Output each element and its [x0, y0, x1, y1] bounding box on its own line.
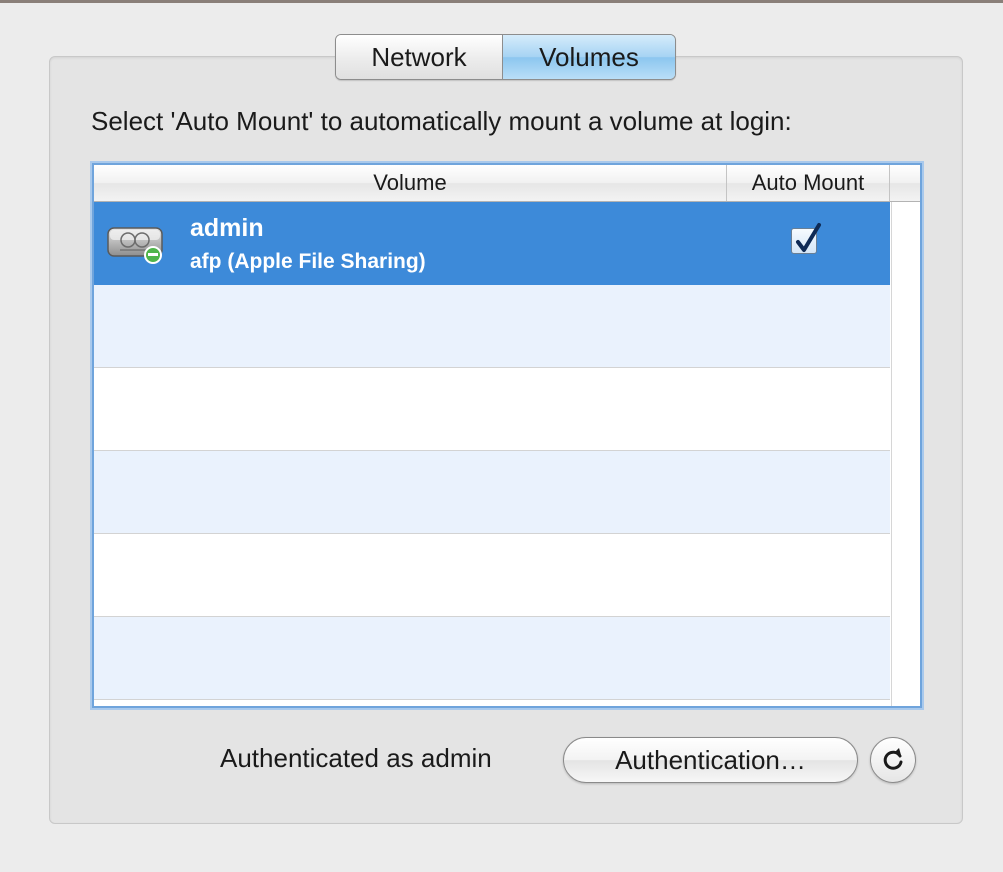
volume-name: admin [190, 214, 264, 242]
table-row[interactable]: admin afp (Apple File Sharing) [94, 202, 890, 285]
auth-status-label: Authenticated as admin [220, 743, 492, 773]
refresh-icon [883, 748, 903, 770]
auto-mount-checkbox[interactable] [791, 223, 821, 254]
auto-mount-instruction: Select 'Auto Mount' to automatically mou… [91, 106, 792, 136]
checkmark-icon [796, 223, 821, 252]
table-row-empty [94, 285, 890, 368]
tab-network[interactable]: Network [336, 35, 503, 79]
tab-segmented-control: Network Volumes [335, 34, 676, 80]
refresh-button[interactable] [870, 737, 916, 783]
column-header-auto-mount[interactable]: Auto Mount [727, 165, 890, 201]
vertical-scrollbar[interactable] [891, 202, 920, 706]
network-drive-icon [107, 227, 163, 264]
window-top-edge [0, 0, 1003, 3]
tab-volumes[interactable]: Volumes [503, 35, 675, 79]
table-row-empty [94, 534, 890, 617]
authentication-button[interactable]: Authentication… [563, 737, 858, 783]
table-header: Volume Auto Mount [94, 165, 920, 202]
table-row-empty [94, 368, 890, 451]
table-row-empty [94, 451, 890, 534]
volumes-table: Volume Auto Mount admin afp (Apple File … [92, 163, 922, 708]
table-rows: admin afp (Apple File Sharing) [94, 202, 890, 700]
table-row-empty [94, 617, 890, 700]
volume-protocol: afp (Apple File Sharing) [190, 250, 426, 273]
column-header-volume[interactable]: Volume [94, 165, 727, 201]
